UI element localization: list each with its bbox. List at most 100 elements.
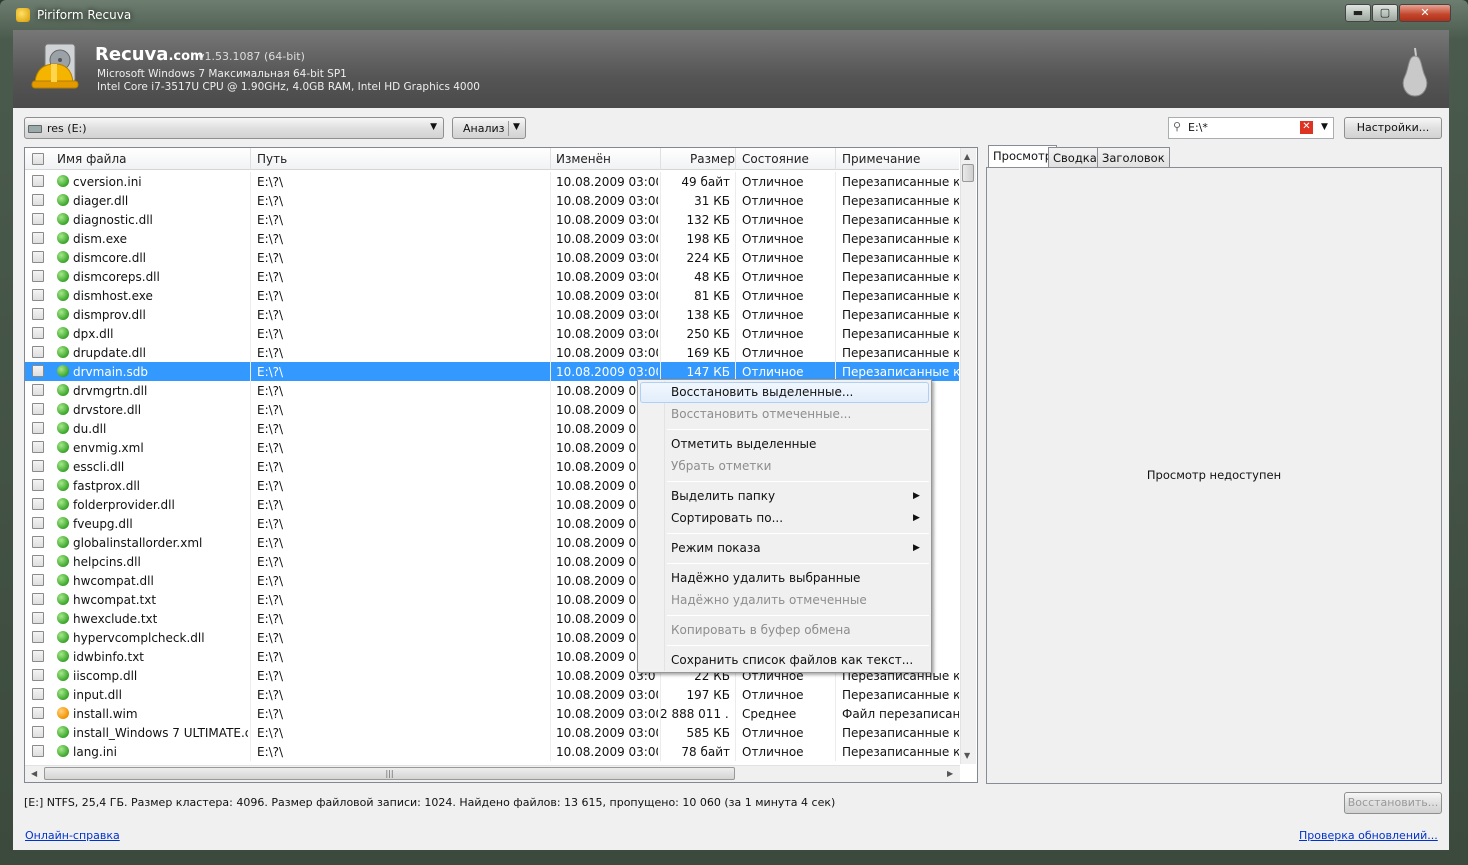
chevron-down-icon[interactable]: ▼ bbox=[1321, 122, 1328, 132]
column-divider[interactable] bbox=[550, 148, 551, 170]
table-row[interactable]: diagnostic.dll E:\?\ 10.08.2009 03:00 132 К… bbox=[25, 210, 959, 229]
menu-restore-checked[interactable]: Восстановить отмеченные... bbox=[671, 407, 851, 421]
row-checkbox[interactable] bbox=[32, 289, 44, 301]
clear-filter-icon[interactable]: ✕ bbox=[1300, 121, 1313, 134]
row-checkbox[interactable] bbox=[32, 612, 44, 624]
table-row[interactable]: input.dll E:\?\ 10.08.2009 03:00 197 КБ Отли… bbox=[25, 685, 959, 704]
tab-header[interactable]: Заголовок bbox=[1097, 147, 1170, 167]
scan-button[interactable]: Анализ ▼ bbox=[452, 117, 526, 139]
table-row[interactable]: cversion.ini E:\?\ 10.08.2009 03:00 49 байт… bbox=[25, 172, 959, 191]
menu-separator bbox=[667, 645, 929, 646]
row-checkbox[interactable] bbox=[32, 555, 44, 567]
row-checkbox[interactable] bbox=[32, 327, 44, 339]
column-name[interactable]: Имя файла bbox=[57, 152, 127, 166]
menu-uncheck[interactable]: Убрать отметки bbox=[671, 459, 771, 473]
settings-button[interactable]: Настройки... bbox=[1344, 117, 1442, 139]
row-checkbox[interactable] bbox=[32, 251, 44, 263]
recovery-state-icon bbox=[57, 593, 69, 605]
row-checkbox[interactable] bbox=[32, 631, 44, 643]
column-modified[interactable]: Изменён bbox=[556, 152, 611, 166]
row-checkbox[interactable] bbox=[32, 213, 44, 225]
row-checkbox[interactable] bbox=[32, 479, 44, 491]
table-row[interactable]: dismhost.exe E:\?\ 10.08.2009 03:00 81 КБ От… bbox=[25, 286, 959, 305]
row-checkbox[interactable] bbox=[32, 536, 44, 548]
table-row[interactable]: dpx.dll E:\?\ 10.08.2009 03:00 250 КБ Отличн… bbox=[25, 324, 959, 343]
table-row[interactable]: dism.exe E:\?\ 10.08.2009 03:00 198 КБ Отлич… bbox=[25, 229, 959, 248]
column-state[interactable]: Состояние bbox=[742, 152, 809, 166]
table-row[interactable]: drupdate.dll E:\?\ 10.08.2009 03:00 169 КБ О… bbox=[25, 343, 959, 362]
title-bar[interactable] bbox=[0, 0, 1468, 30]
row-checkbox[interactable] bbox=[32, 422, 44, 434]
menu-secure-delete-selected[interactable]: Надёжно удалить выбранные bbox=[671, 571, 860, 585]
row-checkbox[interactable] bbox=[32, 688, 44, 700]
column-divider bbox=[835, 723, 836, 742]
row-checkbox[interactable] bbox=[32, 403, 44, 415]
row-checkbox[interactable] bbox=[32, 726, 44, 738]
table-row[interactable]: lang.ini E:\?\ 10.08.2009 03:00 78 байт Отли… bbox=[25, 742, 959, 761]
scroll-left-icon[interactable]: ◀ bbox=[31, 769, 37, 778]
column-comment[interactable]: Примечание bbox=[842, 152, 920, 166]
row-checkbox[interactable] bbox=[32, 365, 44, 377]
row-checkbox[interactable] bbox=[32, 669, 44, 681]
row-checkbox[interactable] bbox=[32, 460, 44, 472]
menu-select-folder[interactable]: Выделить папку bbox=[671, 489, 775, 503]
tab-summary[interactable]: Сводка bbox=[1048, 147, 1102, 167]
online-help-link[interactable]: Онлайн-справка bbox=[25, 829, 120, 842]
table-row[interactable]: dismcoreps.dll E:\?\ 10.08.2009 03:00 48 КБ… bbox=[25, 267, 959, 286]
row-checkbox[interactable] bbox=[32, 384, 44, 396]
scroll-right-icon[interactable]: ▶ bbox=[947, 769, 953, 778]
chevron-down-icon[interactable]: ▼ bbox=[513, 122, 520, 132]
row-checkbox[interactable] bbox=[32, 346, 44, 358]
menu-secure-delete-checked[interactable]: Надёжно удалить отмеченные bbox=[671, 593, 867, 607]
row-checkbox[interactable] bbox=[32, 498, 44, 510]
vertical-scroll-thumb[interactable] bbox=[962, 164, 974, 182]
row-checkbox[interactable] bbox=[32, 593, 44, 605]
row-checkbox[interactable] bbox=[32, 574, 44, 586]
check-updates-link[interactable]: Проверка обновлений... bbox=[1299, 829, 1438, 842]
scroll-down-icon[interactable]: ▼ bbox=[964, 751, 970, 760]
menu-save-list[interactable]: Сохранить список файлов как текст... bbox=[671, 653, 913, 667]
menu-check-selected[interactable]: Отметить выделенные bbox=[671, 437, 816, 451]
row-checkbox[interactable] bbox=[32, 270, 44, 282]
row-checkbox[interactable] bbox=[32, 308, 44, 320]
tab-preview[interactable]: Просмотр bbox=[988, 145, 1058, 167]
table-row[interactable]: dismcore.dll E:\?\ 10.08.2009 03:00 224 КБ О… bbox=[25, 248, 959, 267]
close-button[interactable]: ✕ bbox=[1399, 4, 1451, 22]
column-divider[interactable] bbox=[250, 148, 251, 170]
table-row[interactable]: install.wim E:\?\ 10.08.2009 03:00 2 888 01… bbox=[25, 704, 959, 723]
table-row[interactable]: diager.dll E:\?\ 10.08.2009 03:00 31 КБ Отли… bbox=[25, 191, 959, 210]
row-checkbox[interactable] bbox=[32, 232, 44, 244]
preview-tabs: Просмотр Сводка Заголовок bbox=[986, 145, 1442, 169]
table-row[interactable]: dismprov.dll E:\?\ 10.08.2009 03:00 138 КБ О… bbox=[25, 305, 959, 324]
column-path[interactable]: Путь bbox=[257, 152, 287, 166]
column-divider[interactable] bbox=[835, 148, 836, 170]
row-checkbox[interactable] bbox=[32, 517, 44, 529]
menu-view-mode[interactable]: Режим показа bbox=[671, 541, 761, 555]
select-all-checkbox[interactable] bbox=[32, 153, 44, 165]
minimize-button[interactable]: ▬ bbox=[1345, 4, 1371, 22]
column-divider[interactable] bbox=[660, 148, 661, 170]
cell-comment: Перезаписанные кла bbox=[842, 745, 959, 759]
column-divider bbox=[550, 172, 551, 191]
row-checkbox[interactable] bbox=[32, 175, 44, 187]
table-row[interactable]: install_Windows 7 ULTIMATE.clg E:\?\ 10.08… bbox=[25, 723, 959, 742]
row-checkbox[interactable] bbox=[32, 194, 44, 206]
menu-copy-clipboard[interactable]: Копировать в буфер обмена bbox=[671, 623, 851, 637]
restore-button[interactable]: Восстановить... bbox=[1344, 792, 1442, 814]
row-checkbox[interactable] bbox=[32, 707, 44, 719]
cell-size: 169 КБ bbox=[686, 346, 730, 360]
cell-path: E:\?\ bbox=[257, 441, 284, 455]
menu-restore-selected[interactable]: Восстановить выделенные... bbox=[671, 385, 853, 399]
column-size[interactable]: Размер bbox=[690, 152, 735, 166]
row-checkbox[interactable] bbox=[32, 650, 44, 662]
maximize-button[interactable]: ▢ bbox=[1372, 4, 1398, 22]
vertical-scrollbar[interactable]: ▲ ▼ bbox=[960, 148, 976, 764]
drive-select[interactable]: res (E:) ▼ bbox=[24, 117, 444, 139]
column-divider[interactable] bbox=[735, 148, 736, 170]
row-checkbox[interactable] bbox=[32, 441, 44, 453]
horizontal-scroll-thumb[interactable]: ||| bbox=[44, 767, 735, 780]
menu-sort-by[interactable]: Сортировать по... bbox=[671, 511, 783, 525]
scroll-up-icon[interactable]: ▲ bbox=[964, 152, 970, 161]
row-checkbox[interactable] bbox=[32, 745, 44, 757]
column-divider bbox=[660, 324, 661, 343]
